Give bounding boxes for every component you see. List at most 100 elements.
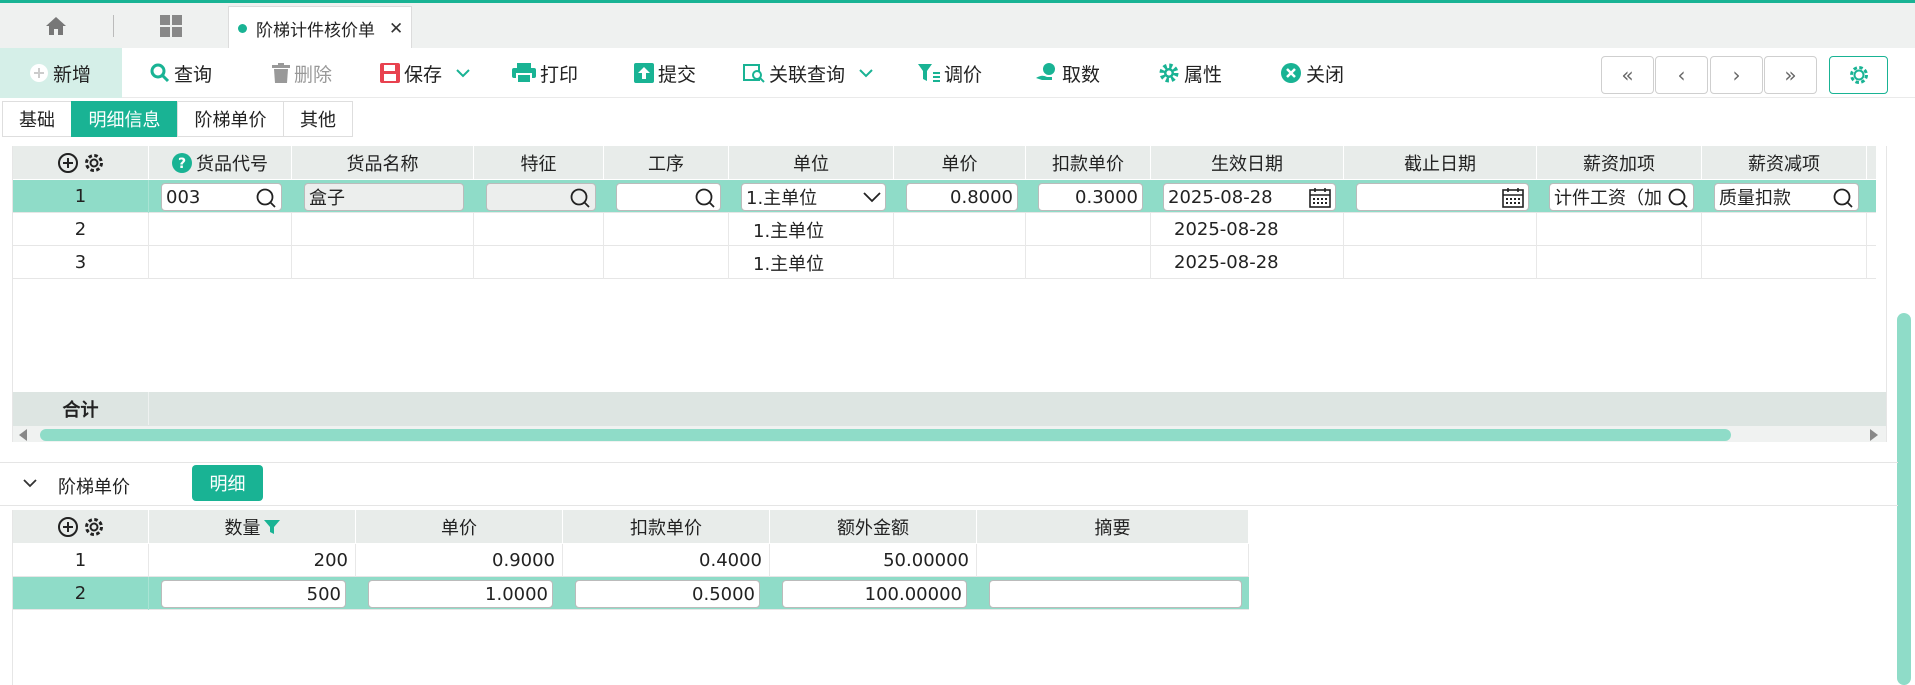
query-button[interactable]: 查询 [150,48,212,98]
cell-memo[interactable] [977,544,1249,577]
filter-icon[interactable] [263,519,280,535]
cell-feature[interactable] [474,246,604,279]
cell-end-date[interactable] [1344,213,1537,246]
cell-salary-plus[interactable] [1537,213,1702,246]
col-header-quantity[interactable]: 数量 [149,510,356,543]
deduct-price-field[interactable]: 0.3000 [1038,183,1143,211]
scroll-right-icon[interactable] [1869,429,1879,441]
new-button[interactable]: 新增 [0,48,122,98]
col-header-deduct-price[interactable]: 扣款单价 [563,510,770,543]
table-row[interactable]: 1 003 盒子 1.主单位 0.8000 0.3000 2025-08-28 … [13,180,1876,213]
home-icon[interactable] [30,3,82,48]
price-field[interactable]: 0.8000 [906,183,1018,211]
cell-price[interactable] [894,246,1026,279]
col-header-end-date[interactable]: 截止日期 [1344,146,1537,179]
print-button[interactable]: 打印 [512,48,578,98]
cell-price[interactable] [894,213,1026,246]
quantity-field[interactable]: 500 [161,580,346,608]
cell-process[interactable] [604,246,729,279]
table-row[interactable]: 2 1.主单位 2025-08-28 [13,213,1876,246]
add-circle-icon[interactable] [57,516,79,538]
col-header-deduct-price[interactable]: 扣款单价 [1026,146,1151,179]
submit-button[interactable]: 提交 [634,48,696,98]
search-icon[interactable] [1832,187,1854,209]
horizontal-scrollbar[interactable] [13,426,1886,442]
price-adjust-button[interactable]: 调价 [918,48,982,98]
cell-salary-minus[interactable] [1702,246,1867,279]
chevron-down-icon[interactable] [859,68,873,78]
col-header-salary-minus[interactable]: 薪资减项 [1702,146,1867,179]
search-icon[interactable] [694,187,716,209]
cell-code[interactable] [149,246,292,279]
calendar-icon[interactable] [1309,187,1331,209]
col-header-memo[interactable]: 摘要 [977,510,1249,543]
start-date-field[interactable]: 2025-08-28 [1163,183,1336,211]
extra-amount-field[interactable]: 100.00000 [782,580,967,608]
cell-name[interactable] [292,246,474,279]
cell-deduct-price[interactable] [1026,246,1151,279]
end-date-field[interactable] [1356,183,1529,211]
cell-deduct-price[interactable]: 0.4000 [563,544,770,577]
col-header-unit[interactable]: 单位 [729,146,894,179]
cell-quantity[interactable]: 200 [149,544,356,577]
subtab-ladder-price[interactable]: 阶梯单价 [177,101,284,137]
code-field[interactable]: 003 [161,183,282,211]
chevron-down-icon[interactable] [863,191,881,203]
fetch-button[interactable]: 取数 [1036,48,1100,98]
col-header-feature[interactable]: 特征 [474,146,604,179]
col-header-extra-amount[interactable]: 额外金额 [770,510,977,543]
col-header-code[interactable]: ? 货品代号 [149,146,292,179]
prev-page-button[interactable]: ‹ [1655,56,1708,94]
cell-feature[interactable] [474,213,604,246]
delete-button[interactable]: 删除 [272,48,332,98]
feature-field[interactable] [486,183,596,211]
search-icon[interactable] [1667,187,1689,209]
horizontal-scroll-thumb[interactable] [40,429,1731,441]
search-icon[interactable] [255,187,277,209]
price-field[interactable]: 1.0000 [368,580,553,608]
salary-plus-field[interactable]: 计件工资（加 [1549,183,1694,211]
apps-grid-icon[interactable] [145,3,197,48]
cell-price[interactable]: 0.9000 [356,544,563,577]
search-icon[interactable] [569,187,591,209]
cell-process[interactable] [604,213,729,246]
settings-button[interactable] [1829,56,1888,94]
related-query-button[interactable]: 关联查询 [743,48,873,98]
memo-field[interactable] [989,580,1242,608]
next-page-button[interactable]: › [1710,56,1763,94]
subtab-other[interactable]: 其他 [283,101,353,137]
last-page-button[interactable]: » [1764,56,1817,94]
cell-start-date[interactable]: 2025-08-28 [1151,246,1344,279]
col-header-price[interactable]: 单价 [356,510,563,543]
deduct-price-field[interactable]: 0.5000 [575,580,760,608]
cell-start-date[interactable]: 2025-08-28 [1151,213,1344,246]
cell-code[interactable] [149,213,292,246]
salary-minus-field[interactable]: 质量扣款 [1714,183,1859,211]
subtab-basic[interactable]: 基础 [2,101,72,137]
cell-salary-minus[interactable] [1702,213,1867,246]
cell-unit[interactable]: 1.主单位 [729,246,894,279]
gear-icon[interactable] [83,152,105,174]
process-field[interactable] [616,183,721,211]
gear-icon[interactable] [83,516,105,538]
cell-salary-plus[interactable] [1537,246,1702,279]
chevron-down-icon[interactable] [22,477,38,489]
properties-button[interactable]: 属性 [1158,48,1222,98]
cell-deduct-price[interactable] [1026,213,1151,246]
close-icon[interactable]: ✕ [389,19,403,39]
table-row[interactable]: 1 200 0.9000 0.4000 50.00000 [13,544,1249,577]
cell-unit[interactable]: 1.主单位 [729,213,894,246]
first-page-button[interactable]: « [1601,56,1654,94]
col-header-price[interactable]: 单价 [894,146,1026,179]
add-circle-icon[interactable] [57,152,79,174]
calendar-icon[interactable] [1502,187,1524,209]
table-row[interactable]: 3 1.主单位 2025-08-28 [13,246,1876,279]
vertical-scroll-thumb[interactable] [1897,313,1911,685]
col-header-name[interactable]: 货品名称 [292,146,474,179]
col-header-process[interactable]: 工序 [604,146,729,179]
detail-button[interactable]: 明细 [192,465,263,501]
cell-extra-amount[interactable]: 50.00000 [770,544,977,577]
col-header-start-date[interactable]: 生效日期 [1151,146,1344,179]
cell-name[interactable] [292,213,474,246]
subtab-detail-info[interactable]: 明细信息 [71,101,178,137]
